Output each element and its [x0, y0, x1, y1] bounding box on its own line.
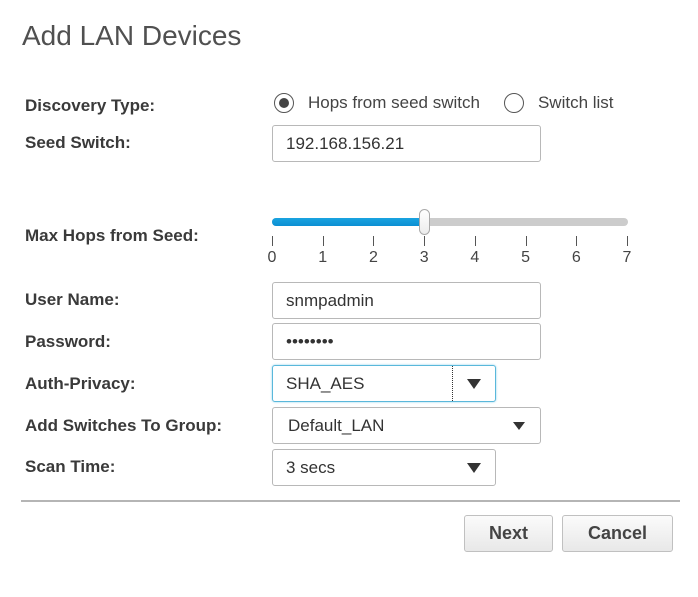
slider-handle[interactable]: [419, 209, 431, 235]
radio-switch-list[interactable]: Switch list: [503, 93, 614, 113]
dropdown-arrow-icon[interactable]: [453, 450, 495, 485]
dropdown-arrow-icon[interactable]: [498, 408, 540, 443]
user-name-input[interactable]: snmpadmin: [272, 282, 541, 319]
dropdown-arrow-icon[interactable]: [452, 366, 495, 401]
group-value: Default_LAN: [288, 415, 385, 435]
slider-tick-label: 7: [622, 249, 632, 266]
discovery-type-radio-group: Hops from seed switch Switch list: [274, 93, 638, 113]
dialog-title: Add LAN Devices: [22, 20, 242, 51]
cancel-button[interactable]: Cancel: [562, 515, 673, 552]
radio-label: Hops from seed switch: [308, 93, 480, 112]
slider-tick-label: 5: [521, 249, 531, 266]
scan-time-select[interactable]: 3 secs: [272, 449, 496, 486]
user-name-label: User Name:: [25, 290, 120, 309]
slider-tick: [474, 236, 476, 246]
scan-time-label: Scan Time:: [25, 457, 116, 476]
max-hops-slider[interactable]: 0 1 2 3 4 5 6 7: [268, 209, 631, 267]
radio-label: Switch list: [537, 93, 614, 112]
next-button[interactable]: Next: [464, 515, 553, 552]
auth-privacy-label: Auth-Privacy:: [25, 374, 136, 393]
radio-selected-icon: [274, 93, 294, 113]
auth-privacy-value: SHA_AES: [286, 373, 365, 393]
slider-tick-label: 1: [318, 249, 328, 266]
slider-tick: [525, 236, 527, 246]
slider-tick: [322, 236, 324, 246]
group-select[interactable]: Default_LAN: [272, 407, 541, 444]
slider-tick: [576, 236, 578, 246]
discovery-type-label: Discovery Type:: [25, 96, 156, 115]
slider-tick-label: 0: [267, 249, 277, 266]
slider-tick-label: 2: [368, 249, 378, 266]
add-switches-to-group-label: Add Switches To Group:: [25, 416, 223, 435]
slider-tick: [373, 236, 375, 246]
password-label: Password:: [25, 332, 111, 351]
slider-tick: [424, 236, 426, 246]
auth-privacy-select[interactable]: SHA_AES: [272, 365, 496, 402]
max-hops-label: Max Hops from Seed:: [25, 226, 199, 245]
slider-tick-label: 6: [571, 249, 581, 266]
divider: [21, 500, 680, 502]
seed-switch-label: Seed Switch:: [25, 133, 131, 152]
slider-tick-label: 4: [470, 249, 480, 266]
scan-time-value: 3 secs: [286, 457, 336, 477]
radio-unselected-icon: [503, 93, 524, 113]
slider-tick-label: 3: [419, 249, 429, 266]
slider-fill: [272, 218, 425, 226]
slider-tick: [627, 236, 628, 246]
seed-switch-input[interactable]: 192.168.156.21: [272, 125, 541, 162]
slider-tick: [272, 236, 273, 246]
password-input[interactable]: ••••••••: [272, 323, 541, 360]
radio-hops-from-seed-switch[interactable]: Hops from seed switch: [274, 93, 480, 113]
